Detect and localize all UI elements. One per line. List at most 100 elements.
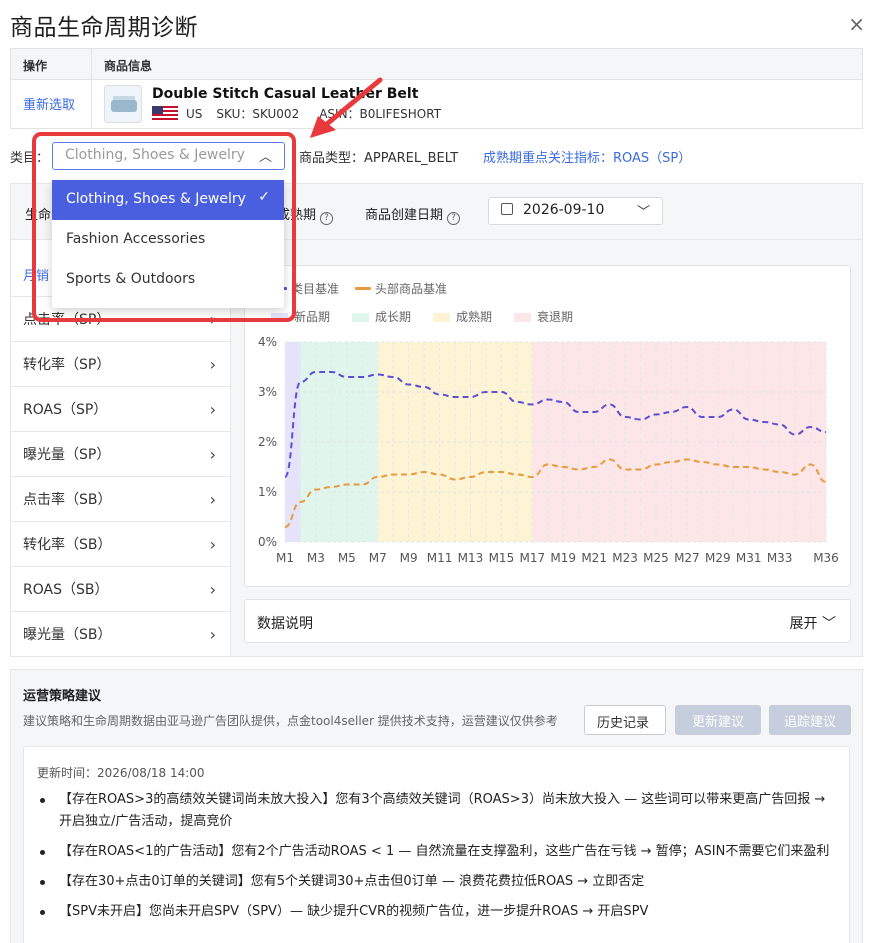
x-tick-label: M13 <box>458 551 484 565</box>
stage-label: 生命 <box>25 208 52 223</box>
sidebar-metric-item[interactable]: 曝光量（SP） › <box>11 432 230 477</box>
help-icon[interactable]: ? <box>320 212 334 225</box>
x-tick-label: M7 <box>369 551 387 565</box>
sidebar-item-label: 转化率（SB） <box>23 537 112 553</box>
close-icon[interactable]: × <box>848 12 865 36</box>
expand-toggle[interactable]: 展开 ﹀ <box>790 613 836 633</box>
x-tick-label: M9 <box>400 551 418 565</box>
strategy-section: 运营策略建议 建议策略和生命周期数据由亚马逊广告团队提供，点金tool4sell… <box>10 669 863 943</box>
track-advice-button[interactable]: 追踪建议 <box>769 705 851 735</box>
strategy-subtitle: 建议策略和生命周期数据由亚马逊广告团队提供，点金tool4seller 提供技术… <box>23 714 558 728</box>
sidebar-item-label: 点击率（SP） <box>23 312 111 328</box>
category-select[interactable]: Clothing, Shoes & Jewelry ︿ <box>52 142 285 170</box>
sidebar-item-label: 曝光量（SB） <box>23 627 112 643</box>
created-date-picker[interactable]: 2026-09-10 ﹀ <box>488 197 663 225</box>
chevron-down-icon: ﹀ <box>636 205 650 220</box>
y-tick-label: 3% <box>258 385 277 399</box>
focus-metric: 成熟期重点关注指标：ROAS（SP） <box>483 151 692 166</box>
chevron-right-icon: › <box>209 354 216 374</box>
chevron-right-icon: › <box>209 399 216 419</box>
advice-item: 【存在ROAS>3的高绩效关键词尚未放大投入】您有3个高绩效关键词（ROAS>3… <box>37 789 837 833</box>
x-tick-label: M36 <box>813 551 839 565</box>
chevron-right-icon: › <box>209 444 216 464</box>
history-button[interactable]: 历史记录 <box>584 705 666 735</box>
x-tick-label: M33 <box>767 551 793 565</box>
product-asin: ASIN：B0LIFESHORT <box>319 107 442 121</box>
advice-box: 更新时间：2026/08/18 14:00 【存在ROAS>3的高绩效关键词尚未… <box>23 746 850 943</box>
x-tick-label: M15 <box>489 551 515 565</box>
category-label: 类目： <box>10 150 50 166</box>
chevron-up-icon: ︿ <box>258 150 272 165</box>
phase-band <box>532 342 826 542</box>
chevron-right-icon: › <box>209 624 216 644</box>
dropdown-option[interactable]: Sports & Outdoors <box>52 260 284 300</box>
dropdown-option[interactable]: Fashion Accessories <box>52 220 284 260</box>
col-action-header: 操作 <box>11 49 92 79</box>
data-explanation-title: 数据说明 <box>257 616 313 632</box>
y-tick-label: 0% <box>258 535 277 549</box>
product-name: Double Stitch Casual Leather Belt <box>152 86 419 102</box>
lifecycle-chart-card: 类目基准 头部商品基准 新品期 成长期 成熟期 衰退期 0% 1% 2% 3% 4% M1… <box>244 265 851 587</box>
category-row: 类目： Clothing, Shoes & Jewelry ︿ 商品类型：APP… <box>10 142 870 170</box>
x-tick-label: M27 <box>674 551 700 565</box>
us-flag-icon <box>152 106 178 121</box>
x-tick-label: M21 <box>581 551 607 565</box>
sidebar-metric-item[interactable]: 点击率（SB） › <box>11 477 230 522</box>
x-tick-label: M23 <box>612 551 638 565</box>
page-title: 商品生命周期诊断 <box>10 15 198 41</box>
sidebar-metric-item[interactable]: ROAS（SP） › <box>11 387 230 432</box>
advice-item: 【存在ROAS<1的广告活动】您有2个广告活动ROAS < 1 — 自然流量在支… <box>37 841 837 863</box>
y-tick-label: 4% <box>258 335 277 349</box>
product-info-table: 操作 商品信息 重新选取 Double Stitch Casual Leathe… <box>10 48 863 129</box>
strategy-title: 运营策略建议 <box>23 689 102 704</box>
lifecycle-line-chart: 0% 1% 2% 3% 4% M1 M3 M5 M7 M9 M11 M13 M15 M17 M19 M21 M2… <box>258 335 839 565</box>
chevron-down-icon: ﹀ <box>822 616 836 632</box>
created-date-value: 2026-09-10 <box>523 202 605 218</box>
y-tick-label: 2% <box>258 435 277 449</box>
sidebar-metric-item[interactable]: 转化率（SP） › <box>11 342 230 387</box>
product-sku: SKU：SKU002 <box>216 107 300 121</box>
product-country: US <box>186 106 203 121</box>
calendar-icon <box>501 203 513 215</box>
x-tick-label: M1 <box>276 551 294 565</box>
sidebar-item-label: 点击率（SB） <box>23 492 112 508</box>
col-info-header: 商品信息 <box>104 59 153 73</box>
info-table-row: 重新选取 Double Stitch Casual Leather Belt U… <box>11 80 862 128</box>
check-icon: ✓ <box>258 189 270 205</box>
help-icon[interactable]: ? <box>447 212 461 225</box>
update-time: 更新时间：2026/08/18 14:00 <box>37 766 205 780</box>
info-table-header: 操作 商品信息 <box>11 49 862 80</box>
x-tick-label: M17 <box>520 551 546 565</box>
x-tick-label: M3 <box>307 551 325 565</box>
chevron-right-icon: › <box>209 489 216 509</box>
created-date-label: 商品创建日期 <box>365 208 444 223</box>
category-select-value: Clothing, Shoes & Jewelry <box>65 147 245 163</box>
sidebar-item-label: 曝光量（SP） <box>23 447 111 463</box>
y-tick-label: 1% <box>258 485 277 499</box>
product-thumbnail <box>104 85 142 123</box>
sidebar-metric-item[interactable]: 转化率（SB） › <box>11 522 230 567</box>
sidebar-item-label: ROAS（SP） <box>23 402 108 418</box>
reselect-link[interactable]: 重新选取 <box>11 80 92 128</box>
x-tick-label: M31 <box>736 551 762 565</box>
chevron-right-icon: › <box>209 579 216 599</box>
sidebar-item-label: 转化率（SP） <box>23 357 111 373</box>
advice-item: 【存在30+点击0订单的关键词】您有5个关键词30+点击但0订单 — 浪费花费拉… <box>37 871 837 893</box>
update-advice-button[interactable]: 更新建议 <box>675 705 761 735</box>
sidebar-metric-item[interactable]: ROAS（SB） › <box>11 567 230 612</box>
category-dropdown: Clothing, Shoes & Jewelry ✓ Fashion Acces… <box>52 180 284 308</box>
sidebar-item-label: ROAS（SB） <box>23 582 109 598</box>
chevron-right-icon: › <box>209 534 216 554</box>
x-tick-label: M11 <box>427 551 453 565</box>
x-tick-label: M25 <box>643 551 669 565</box>
x-tick-label: M5 <box>338 551 356 565</box>
chevron-right-icon: › <box>209 309 216 329</box>
sidebar-metric-item[interactable]: 曝光量（SB） › <box>11 612 230 657</box>
x-tick-label: M29 <box>705 551 731 565</box>
advice-item: 【SPV未开启】您尚未开启SPV（SPV）— 缺少提升CVR的视频广告位，进一步… <box>37 901 837 923</box>
dropdown-option[interactable]: Clothing, Shoes & Jewelry ✓ <box>52 180 284 220</box>
data-explanation-bar[interactable]: 数据说明 展开 ﹀ <box>244 599 851 643</box>
advice-list: 【存在ROAS>3的高绩效关键词尚未放大投入】您有3个高绩效关键词（ROAS>3… <box>37 789 837 931</box>
product-type: 商品类型：APPAREL_BELT <box>299 151 459 166</box>
x-tick-label: M19 <box>550 551 576 565</box>
